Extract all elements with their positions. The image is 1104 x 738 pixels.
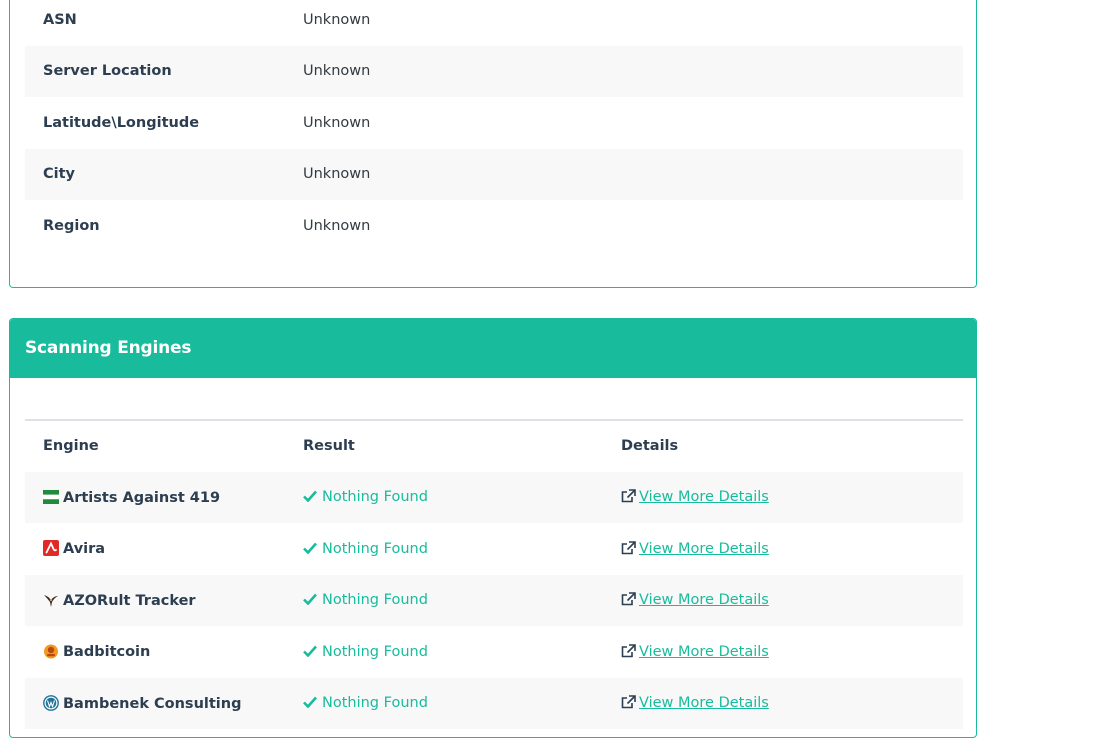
engine-cell: Avira bbox=[25, 523, 285, 575]
table-row: ASN Unknown bbox=[25, 0, 963, 46]
table-row: Artists Against 419 Nothing Found View M… bbox=[25, 471, 963, 524]
result-cell: Nothing Found bbox=[285, 678, 603, 730]
server-location-value: Unknown bbox=[303, 63, 371, 80]
view-more-details-link[interactable]: View More Details bbox=[639, 644, 769, 660]
table-row: Avira Nothing Found View More Details bbox=[25, 523, 963, 575]
table-header-row: Engine Result Details bbox=[25, 420, 963, 472]
result-cell: Nothing Found bbox=[285, 472, 603, 524]
asn-label: ASN bbox=[43, 11, 77, 28]
flag-nigeria-icon bbox=[43, 489, 59, 504]
avira-logo-icon bbox=[43, 540, 59, 557]
scanning-engines-panel: Scanning Engines Engine Result Details A… bbox=[9, 318, 977, 738]
details-cell: View More Details bbox=[603, 678, 963, 730]
view-more-details-link[interactable]: View More Details bbox=[639, 592, 769, 608]
check-icon bbox=[303, 645, 317, 657]
city-value: Unknown bbox=[303, 166, 371, 183]
result-text: Nothing Found bbox=[322, 540, 428, 557]
table-row: City Unknown bbox=[25, 148, 963, 200]
result-text: Nothing Found bbox=[322, 643, 428, 660]
view-more-details-link[interactable]: View More Details bbox=[639, 489, 769, 505]
external-link-icon[interactable] bbox=[621, 489, 636, 503]
check-icon bbox=[303, 696, 317, 709]
engine-name: Avira bbox=[63, 541, 106, 558]
engine-cell: AZORult Tracker bbox=[25, 575, 285, 627]
lat-long-label: Latitude\Longitude bbox=[43, 114, 200, 131]
result-cell: Nothing Found bbox=[285, 523, 603, 575]
engine-name: AZORult Tracker bbox=[63, 592, 196, 609]
result-text: Nothing Found bbox=[322, 489, 428, 506]
table-row: Badbitcoin Nothing Found View More Detai… bbox=[25, 626, 963, 678]
engine-name: Badbitcoin bbox=[63, 644, 151, 661]
details-cell: View More Details bbox=[603, 523, 963, 575]
column-header-result: Result bbox=[303, 438, 355, 455]
engine-cell: Badbitcoin bbox=[25, 626, 285, 678]
asn-value: Unknown bbox=[303, 11, 371, 28]
server-info-table: ASN Unknown Server Location Unknown Lati… bbox=[25, 0, 963, 252]
column-header-engine: Engine bbox=[43, 438, 99, 455]
panel-title: Scanning Engines bbox=[10, 319, 976, 378]
result-cell: Nothing Found bbox=[285, 575, 603, 627]
scanning-engines-table: Engine Result Details Artists Against 41… bbox=[25, 419, 963, 729]
view-more-details-link[interactable]: View More Details bbox=[639, 695, 769, 711]
city-label: City bbox=[43, 166, 75, 183]
region-value: Unknown bbox=[303, 217, 371, 234]
result-text: Nothing Found bbox=[322, 695, 428, 712]
column-header-details: Details bbox=[621, 438, 679, 455]
table-row: Server Location Unknown bbox=[25, 45, 963, 97]
wordpress-logo-icon bbox=[43, 694, 59, 711]
check-icon bbox=[303, 593, 317, 606]
engine-name: Artists Against 419 bbox=[63, 489, 221, 506]
region-label: Region bbox=[43, 217, 100, 234]
bird-icon bbox=[44, 594, 58, 607]
external-link-icon[interactable] bbox=[621, 540, 636, 555]
lat-long-value: Unknown bbox=[303, 114, 371, 131]
table-row: Bambenek Consulting Nothing Found View M… bbox=[25, 677, 963, 730]
server-location-label: Server Location bbox=[43, 63, 172, 80]
engine-cell: Bambenek Consulting bbox=[25, 678, 285, 730]
engine-name: Bambenek Consulting bbox=[63, 695, 242, 712]
details-cell: View More Details bbox=[603, 626, 963, 678]
view-more-details-link[interactable]: View More Details bbox=[639, 541, 769, 557]
badbitcoin-logo-icon bbox=[44, 644, 58, 659]
server-info-panel: ASN Unknown Server Location Unknown Lati… bbox=[9, 0, 977, 288]
external-link-icon[interactable] bbox=[621, 592, 636, 606]
details-cell: View More Details bbox=[603, 472, 963, 524]
details-cell: View More Details bbox=[603, 575, 963, 627]
external-link-icon[interactable] bbox=[621, 643, 636, 658]
table-row: Region Unknown bbox=[25, 200, 963, 252]
table-row: AZORult Tracker Nothing Found View More … bbox=[25, 574, 963, 627]
check-icon bbox=[303, 542, 317, 554]
result-text: Nothing Found bbox=[322, 592, 428, 609]
external-link-icon[interactable] bbox=[621, 695, 636, 709]
table-row: Latitude\Longitude Unknown bbox=[25, 97, 963, 149]
check-icon bbox=[303, 490, 317, 503]
result-cell: Nothing Found bbox=[285, 626, 603, 678]
engine-cell: Artists Against 419 bbox=[25, 472, 285, 524]
